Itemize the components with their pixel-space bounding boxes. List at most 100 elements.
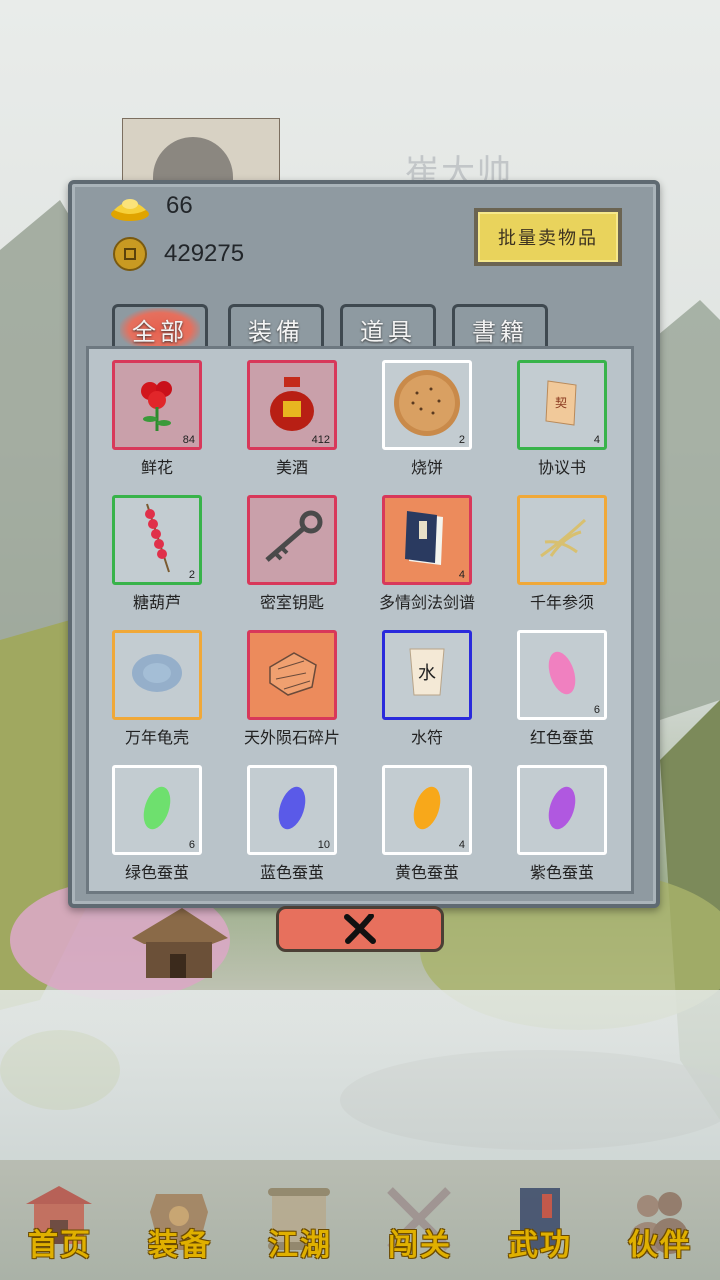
tab-props[interactable]: 道具 <box>340 304 436 352</box>
item-slot[interactable] <box>517 765 607 855</box>
inventory-item[interactable]: 412 美酒 <box>221 348 341 478</box>
item-slot[interactable]: 10 <box>247 765 337 855</box>
inventory-item[interactable]: 万年龟壳 <box>86 618 206 748</box>
inventory-item[interactable]: 紫色蚕茧 <box>491 753 611 883</box>
item-slot[interactable]: 水 <box>382 630 472 720</box>
svg-text:水: 水 <box>418 663 436 684</box>
item-count: 6 <box>593 704 600 716</box>
item-count: 10 <box>317 839 330 851</box>
coin-value: 429275 <box>164 240 245 267</box>
wine-jar-icon <box>267 373 317 437</box>
tab-all[interactable]: 全部 <box>112 304 208 352</box>
item-slot[interactable]: 4 <box>382 495 472 585</box>
nav-label: 伙伴 <box>628 1228 692 1263</box>
inventory-item[interactable]: 6 红色蚕茧 <box>491 618 611 748</box>
inventory-item[interactable]: 6 绿色蚕茧 <box>86 753 206 883</box>
inventory-item[interactable]: 2 烧饼 <box>356 348 476 478</box>
item-count: 4 <box>458 569 465 581</box>
tab-equipment[interactable]: 装備 <box>228 304 324 352</box>
item-name: 烧饼 <box>410 458 443 477</box>
item-name: 水符 <box>410 728 443 747</box>
item-name: 紫色蚕茧 <box>529 863 594 882</box>
item-slot[interactable]: 412 <box>247 360 337 450</box>
flatbread-icon <box>391 367 463 443</box>
gold-value: 66 <box>166 192 193 219</box>
item-name: 密室钥匙 <box>259 593 324 612</box>
nav-item-map-scroll[interactable]: 江湖 <box>240 1158 360 1280</box>
tab-all-label: 全部 <box>120 308 200 351</box>
nav-label: 江湖 <box>268 1228 332 1263</box>
item-count: 2 <box>188 569 195 581</box>
item-slot[interactable] <box>247 495 337 585</box>
item-count: 84 <box>182 434 195 446</box>
item-count: 412 <box>311 434 330 446</box>
turtle-shell-icon <box>129 650 185 700</box>
batch-sell-button[interactable]: 批量卖物品 <box>474 208 622 266</box>
item-name: 天外陨石碎片 <box>243 728 340 747</box>
item-slot[interactable] <box>112 630 202 720</box>
item-slot[interactable]: 6 <box>517 630 607 720</box>
item-count: 4 <box>458 839 465 851</box>
hut-icon <box>132 908 228 978</box>
red-cocoon-icon <box>545 648 579 702</box>
item-name: 鲜花 <box>140 458 173 477</box>
scroll-document-icon: 契 <box>542 377 582 433</box>
book-icon <box>399 507 455 573</box>
item-name: 糖葫芦 <box>132 593 181 612</box>
water-talisman-icon: 水 <box>402 643 452 707</box>
inventory-item[interactable]: 水水符 <box>356 618 476 748</box>
nav-label: 武功 <box>508 1228 572 1263</box>
inventory-item[interactable]: 密室钥匙 <box>221 483 341 613</box>
nav-item-armor[interactable]: 装备 <box>120 1158 240 1280</box>
gold-row: 66 <box>110 190 193 222</box>
nav-label: 装备 <box>148 1228 212 1263</box>
item-slot[interactable] <box>247 630 337 720</box>
inventory-item[interactable]: 2 糖葫芦 <box>86 483 206 613</box>
gold-ingot-icon <box>111 199 149 221</box>
item-name: 蓝色蚕茧 <box>259 863 324 882</box>
item-name: 美酒 <box>275 458 308 477</box>
meteorite-icon <box>264 647 320 703</box>
item-slot[interactable]: 2 <box>112 495 202 585</box>
nav-item-companions[interactable]: 伙伴 <box>600 1158 720 1280</box>
inventory-item[interactable]: 4 多情剑法剑谱 <box>356 483 476 613</box>
candied-haws-icon <box>137 500 177 580</box>
nav-item-temple[interactable]: 首页 <box>0 1158 120 1280</box>
inventory-item[interactable]: 84 鲜花 <box>86 348 206 478</box>
key-icon <box>259 510 325 570</box>
item-slot[interactable]: 6 <box>112 765 202 855</box>
tab-equipment-label: 装備 <box>248 318 304 346</box>
ginseng-icon <box>531 512 593 568</box>
item-count: 6 <box>188 839 195 851</box>
green-cocoon-icon <box>140 783 174 837</box>
item-slot[interactable]: 2 <box>382 360 472 450</box>
nav-item-crossed-swords[interactable]: 闯关 <box>360 1158 480 1280</box>
rose-icon <box>130 373 184 437</box>
inventory-item[interactable]: 10 蓝色蚕茧 <box>221 753 341 883</box>
blue-cocoon-icon <box>275 783 309 837</box>
item-name: 千年参须 <box>529 593 594 612</box>
item-slot[interactable]: 4 <box>382 765 472 855</box>
item-slot[interactable]: 契4 <box>517 360 607 450</box>
close-icon <box>344 914 376 944</box>
background-river <box>0 990 720 1160</box>
nav-item-manual-book[interactable]: 武功 <box>480 1158 600 1280</box>
item-count: 2 <box>458 434 465 446</box>
item-slot[interactable] <box>517 495 607 585</box>
item-slot[interactable]: 84 <box>112 360 202 450</box>
inventory-item[interactable]: 天外陨石碎片 <box>221 618 341 748</box>
item-name: 黄色蚕茧 <box>394 863 459 882</box>
item-name: 万年龟壳 <box>124 728 189 747</box>
purple-cocoon-icon <box>545 783 579 837</box>
inventory-item[interactable]: 4 黄色蚕茧 <box>356 753 476 883</box>
inventory-item[interactable]: 千年参须 <box>491 483 611 613</box>
copper-coin-icon <box>113 237 147 271</box>
tab-books[interactable]: 書籍 <box>452 304 548 352</box>
inventory-item[interactable]: 契 4 协议书 <box>491 348 611 478</box>
coin-row: 429275 <box>112 236 244 272</box>
tab-props-label: 道具 <box>360 318 416 346</box>
nav-label: 闯关 <box>388 1228 452 1263</box>
close-button[interactable] <box>276 906 444 952</box>
tab-books-label: 書籍 <box>472 318 528 346</box>
svg-text:契: 契 <box>555 396 567 410</box>
